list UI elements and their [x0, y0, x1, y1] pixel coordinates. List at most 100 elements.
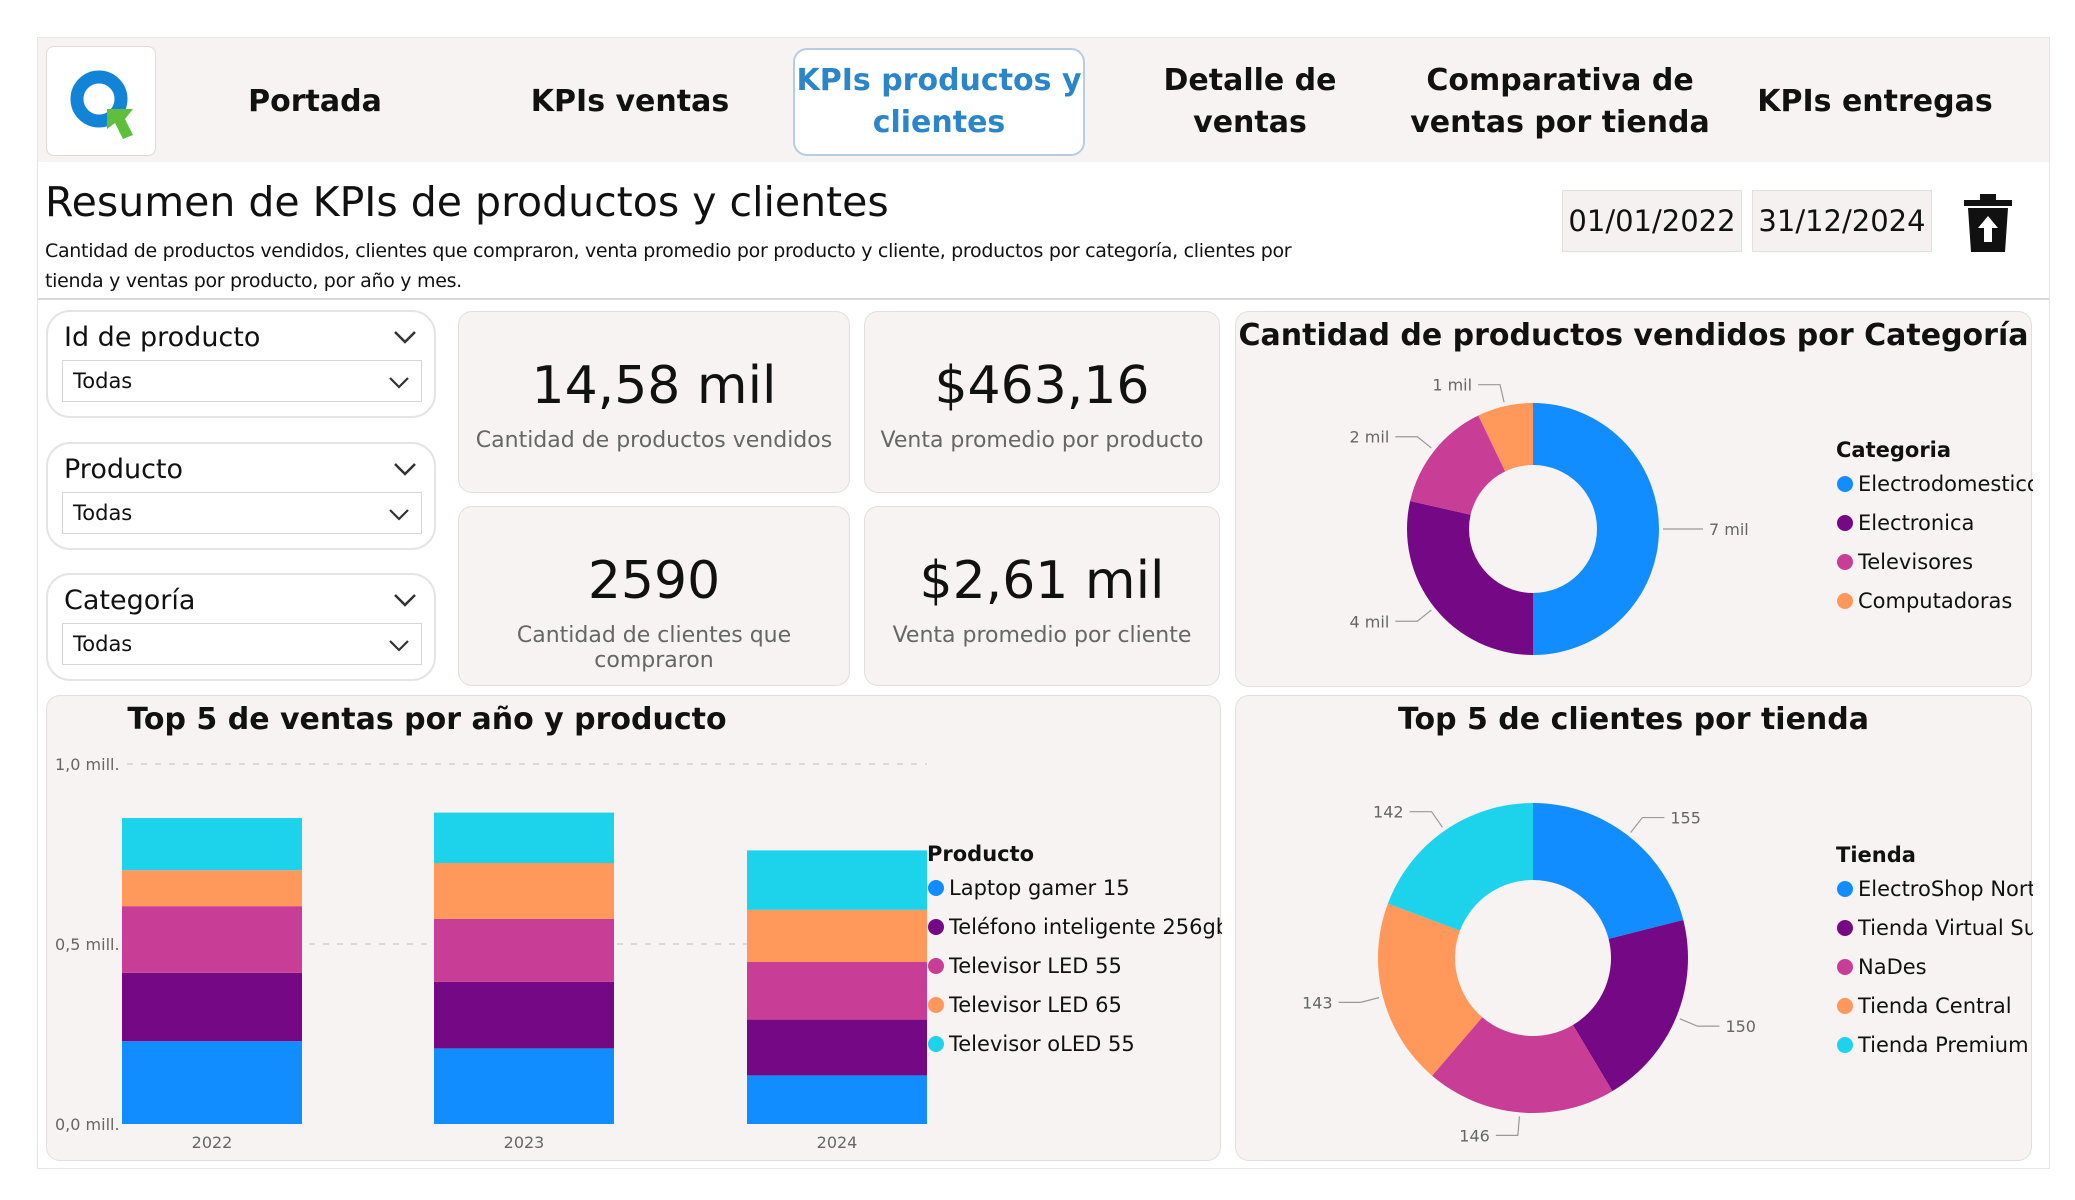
bar-segment	[122, 972, 302, 1042]
x-tick-label: 2023	[504, 1133, 545, 1152]
legend-marker	[928, 880, 944, 896]
nav-tab-kpis-productos-clientes[interactable]: KPIs productos y clientes	[793, 48, 1085, 156]
leader-line	[1495, 1116, 1521, 1136]
legend-marker	[928, 997, 944, 1013]
leader-line	[1395, 609, 1432, 622]
donut-slice	[1407, 500, 1533, 655]
leader-line	[1409, 811, 1443, 828]
slicer-id-producto[interactable]: Id de producto Todas	[46, 310, 436, 418]
chevron-down-icon[interactable]	[392, 324, 418, 350]
nav-tab-detalle-ventas[interactable]: Detalle de ventas	[1110, 48, 1390, 156]
slicer-dropdown[interactable]: Todas	[62, 623, 422, 665]
legend-label: Tienda Premium	[1857, 1033, 2029, 1057]
donut-slice	[1387, 803, 1533, 931]
chart-panel-ventas-anio-producto: Top 5 de ventas por año y producto 0,0 m…	[46, 695, 1222, 1161]
bar-segment	[122, 870, 302, 907]
bar-segment	[747, 1075, 927, 1124]
data-label: 1 mil	[1432, 376, 1472, 395]
legend-label: Tienda Virtual Sur	[1857, 916, 2033, 940]
donut-chart-tienda: 155 150 146 143 142 Tienda ElectroShop Norte Ti…	[1302, 803, 2033, 1146]
legend-label: Electronica	[1858, 511, 1974, 535]
bar-segment	[122, 906, 302, 973]
app-logo[interactable]	[46, 46, 156, 156]
kpi-value: $463,16	[934, 356, 1150, 416]
trash-icon	[1964, 194, 2012, 252]
kpi-card-venta-promedio-producto: $463,16 Venta promedio por producto	[864, 311, 1220, 493]
leader-line	[1395, 436, 1432, 449]
data-label: 143	[1302, 993, 1333, 1012]
legend-label: NaDes	[1858, 955, 1927, 979]
data-label: 155	[1670, 809, 1701, 828]
chevron-down-icon	[389, 509, 409, 521]
slicer-value: Todas	[73, 632, 133, 656]
leader-line	[1478, 384, 1505, 403]
kpi-card-clientes-compraron: 2590 Cantidad de clientes que compraron	[458, 506, 850, 686]
bar-segment	[747, 850, 927, 910]
data-label: 2 mil	[1350, 428, 1390, 447]
legend-marker	[928, 919, 944, 935]
kpi-card-productos-vendidos: 14,58 mil Cantidad de productos vendidos	[458, 311, 850, 493]
chevron-down-icon[interactable]	[392, 587, 418, 613]
data-label: 150	[1725, 1017, 1756, 1036]
report-canvas: Portada KPIs ventas KPIs productos y cli…	[0, 0, 2075, 1200]
y-tick-label: 0,0 mill.	[55, 1115, 120, 1134]
slicer-label: Producto	[64, 454, 184, 485]
donut-slice	[1533, 803, 1684, 939]
slicer-dropdown[interactable]: Todas	[62, 492, 422, 534]
slicer-producto[interactable]: Producto Todas	[46, 442, 436, 550]
nav-tab-comparativa-tienda[interactable]: Comparativa de ventas por tienda	[1400, 48, 1720, 156]
data-label: 142	[1373, 803, 1404, 822]
bar-segment	[122, 1041, 302, 1124]
legend-label: Laptop gamer 15	[949, 876, 1130, 900]
chevron-down-icon	[389, 640, 409, 652]
bar-segment	[434, 863, 614, 919]
slicer-label: Categoría	[64, 585, 196, 616]
legend-title: Categoria	[1836, 438, 1951, 462]
data-label: 4 mil	[1350, 612, 1390, 631]
legend-label: Televisor oLED 55	[948, 1032, 1135, 1056]
bar-segment	[434, 981, 614, 1049]
stacked-bar-chart: 0,0 mill. 0,5 mill. 1,0 mill. 2022 2023 2024 P…	[55, 755, 1222, 1152]
bar-segment	[122, 818, 302, 871]
legend-label: Teléfono inteligente 256gb	[948, 915, 1222, 939]
legend-marker	[928, 958, 944, 974]
legend-label: Tienda Central	[1857, 994, 2012, 1018]
slicer-value: Todas	[73, 501, 133, 525]
legend-label: Computadoras	[1858, 589, 2012, 613]
y-tick-label: 0,5 mill.	[55, 935, 120, 954]
x-tick-label: 2022	[192, 1133, 233, 1152]
chart-panel-categoria: Cantidad de productos vendidos por Categ…	[1235, 311, 2033, 687]
date-to-input[interactable]: 31/12/2024	[1752, 190, 1932, 252]
legend-marker	[1837, 1037, 1853, 1053]
slicer-dropdown[interactable]: Todas	[62, 360, 422, 402]
slicer-categoria[interactable]: Categoría Todas	[46, 573, 436, 681]
y-tick-label: 1,0 mill.	[55, 755, 120, 774]
page-subtitle: Cantidad de productos vendidos, clientes…	[45, 240, 1292, 292]
clear-filters-button[interactable]	[1962, 192, 2014, 254]
kpi-label: Venta promedio por cliente	[892, 623, 1192, 648]
kpi-label: Cantidad de productos vendidos	[475, 428, 833, 453]
legend-marker	[1837, 515, 1853, 531]
legend-marker	[1837, 476, 1853, 492]
donut-chart-categoria: 7 mil 4 mil 2 mil 1 mil Categoria Electrodome…	[1350, 376, 2033, 655]
legend-marker	[1837, 881, 1853, 897]
nav-tab-kpis-entregas[interactable]: KPIs entregas	[1745, 48, 2005, 156]
chevron-down-icon[interactable]	[392, 456, 418, 482]
donut-slice	[1533, 403, 1659, 655]
nav-tab-kpis-ventas[interactable]: KPIs ventas	[500, 48, 760, 156]
date-from-input[interactable]: 01/01/2022	[1562, 190, 1742, 252]
bar-segment	[434, 812, 614, 863]
legend-marker	[1837, 554, 1853, 570]
legend-marker	[1837, 920, 1853, 936]
legend-label: Electrodomesticos	[1858, 472, 2033, 496]
x-tick-label: 2024	[817, 1133, 858, 1152]
nav-tab-portada[interactable]: Portada	[200, 48, 430, 156]
leader-line	[1630, 816, 1665, 833]
legend-marker	[1837, 959, 1853, 975]
bar-segment	[434, 918, 614, 982]
logo-icon	[70, 70, 133, 139]
page-title: Resumen de KPIs de productos y clientes	[45, 178, 889, 226]
data-label: 7 mil	[1709, 520, 1749, 539]
kpi-label: Cantidad de clientes que compraron	[516, 623, 792, 673]
legend-label: Televisores	[1857, 550, 1973, 574]
